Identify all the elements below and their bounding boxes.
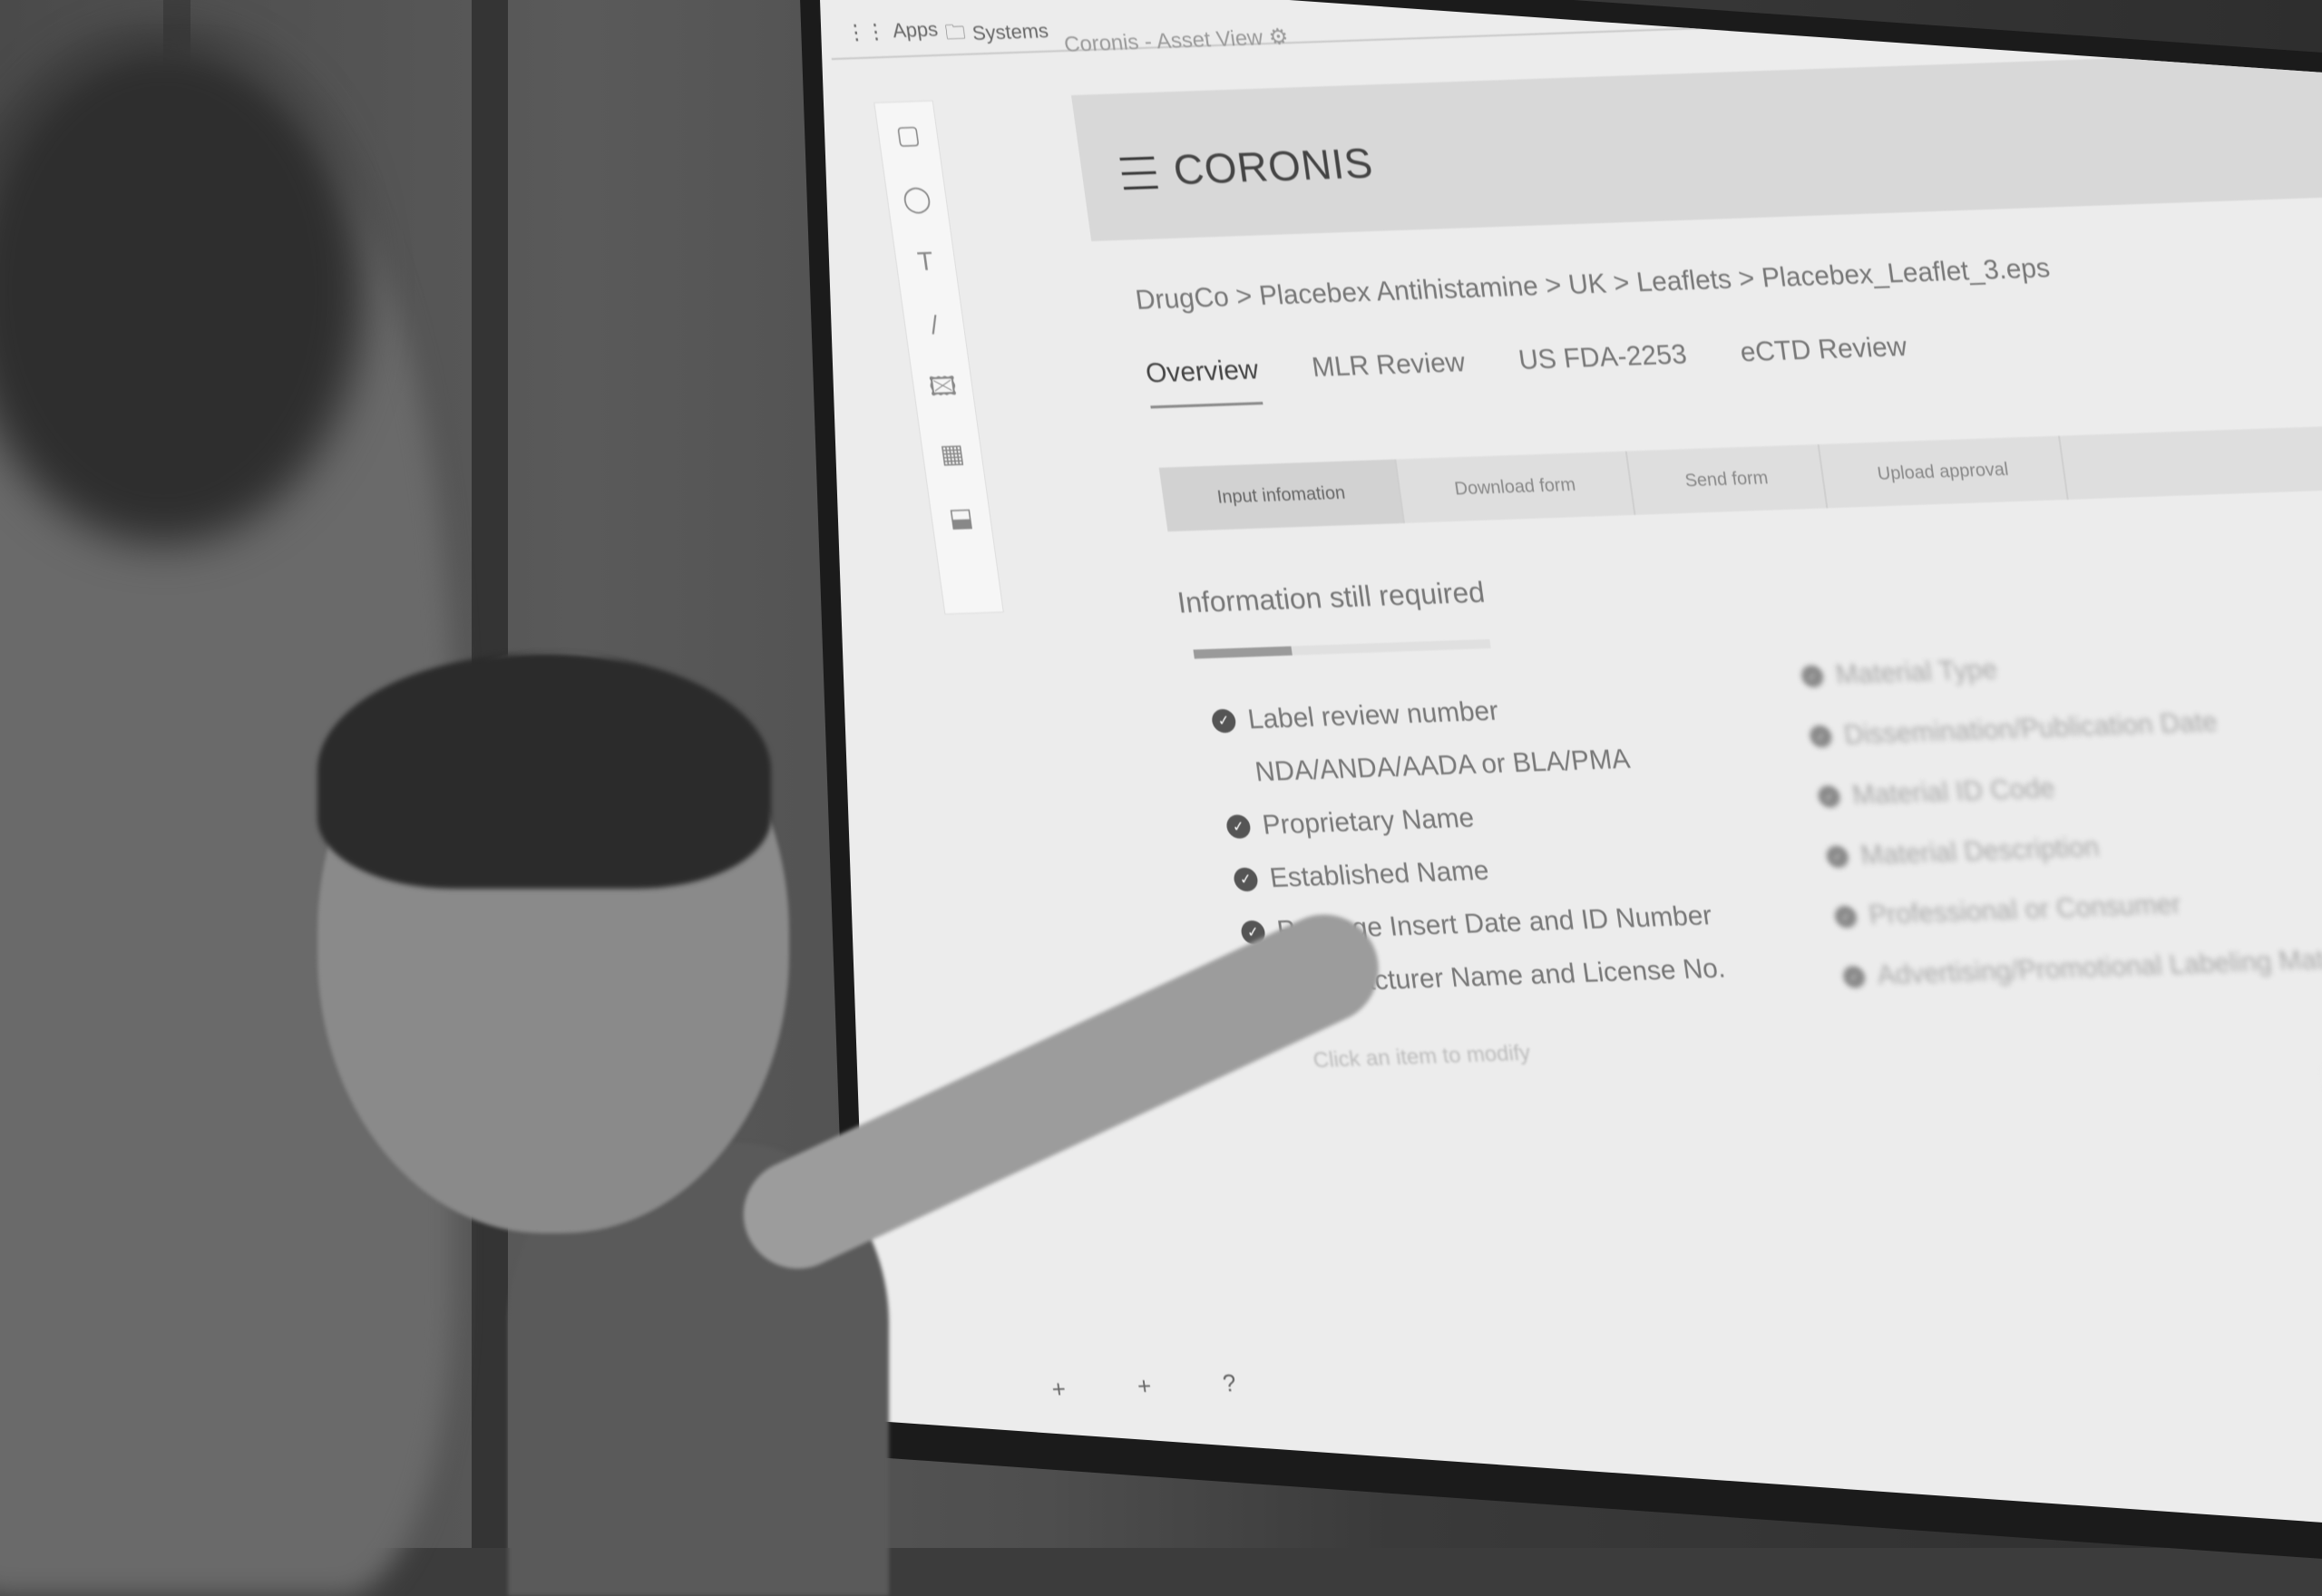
coronis-app: ⋮⋮ Apps 🗀 Systems Coronis - Asset View ⚙… [819,0,2322,1423]
text-tool-icon[interactable]: T [893,229,959,295]
tab-mlr-review[interactable]: MLR Review [1310,347,1469,403]
drawing-toolbar: ▢ ◯ T / 🖾 ▦ ⬓ [873,100,1004,615]
step-send-form[interactable]: Send form [1626,444,1829,515]
completion-progress-bar [1193,638,1491,659]
plus-icon[interactable]: + [1050,1375,1068,1404]
step-input-information[interactable]: Input infomation [1158,459,1406,532]
check-circle-icon: ✓ [1800,665,1825,688]
gear-icon[interactable]: ⚙ [1267,24,1290,50]
wall-monitor: ⋮⋮ Apps 🗀 Systems Coronis - Asset View ⚙… [798,0,2322,1577]
check-circle-icon: ✓ [1232,867,1260,892]
check-circle-icon: ✓ [1224,814,1253,840]
app-header: CORONIS [1071,32,2322,242]
tab-overview[interactable]: Overview [1144,354,1263,409]
check-circle-icon: ✓ [1210,708,1237,734]
footer-toolbar: + + ? [1050,1369,1238,1404]
check-circle-icon: ✓ [1808,725,1833,748]
apps-grid-icon: ⋮⋮ [844,19,887,44]
progress-fill [1193,646,1293,659]
coronis-logo-icon [1112,129,1165,212]
required-fields-right: ✓ Material Type ✓ Dissemination/Publicatio… [1798,628,2322,1007]
modify-hint: Click an item to modify [1312,1040,1532,1074]
brand-logo: CORONIS [1112,122,1378,212]
monitor-screen: ⋮⋮ Apps 🗀 Systems Coronis - Asset View ⚙… [818,0,2322,1541]
asset-tabs: Overview MLR Review US FDA-2253 eCTD Rev… [1144,332,1911,409]
inbox-tool-icon[interactable]: ⬓ [928,484,994,550]
workflow-stepper: Input infomation Download form Send form… [1158,420,2322,532]
bookmark-apps[interactable]: ⋮⋮ Apps [844,18,940,45]
presenter-hair [317,653,771,889]
check-circle-icon: ✓ [1833,905,1859,929]
rectangle-tool-icon[interactable]: ▢ [874,102,941,168]
check-circle-icon: ✓ [1817,784,1842,808]
image-tool-icon[interactable]: 🖾 [910,356,976,423]
tab-ectd-review[interactable]: eCTD Review [1738,332,1911,388]
section-title: Information still required [1175,575,1488,619]
tab-us-fda-2253[interactable]: US FDA-2253 [1517,339,1692,395]
folder-icon: 🗀 [943,20,967,44]
breadcrumb[interactable]: DrugCo > Placebex Antihistamine > UK > L… [1134,253,2052,316]
grid-tool-icon[interactable]: ▦ [919,420,985,486]
step-download-form[interactable]: Download form [1396,451,1636,523]
ellipse-tool-icon[interactable]: ◯ [883,165,950,231]
bookmark-systems[interactable]: 🗀 Systems [943,14,1051,52]
step-upload-approval[interactable]: Upload approval [1819,435,2069,509]
help-icon[interactable]: ? [1221,1369,1238,1398]
plus-icon[interactable]: + [1136,1372,1153,1401]
check-circle-icon: ✓ [1825,845,1850,869]
check-circle-icon: ✓ [1841,965,1867,988]
line-tool-icon[interactable]: / [902,293,968,359]
